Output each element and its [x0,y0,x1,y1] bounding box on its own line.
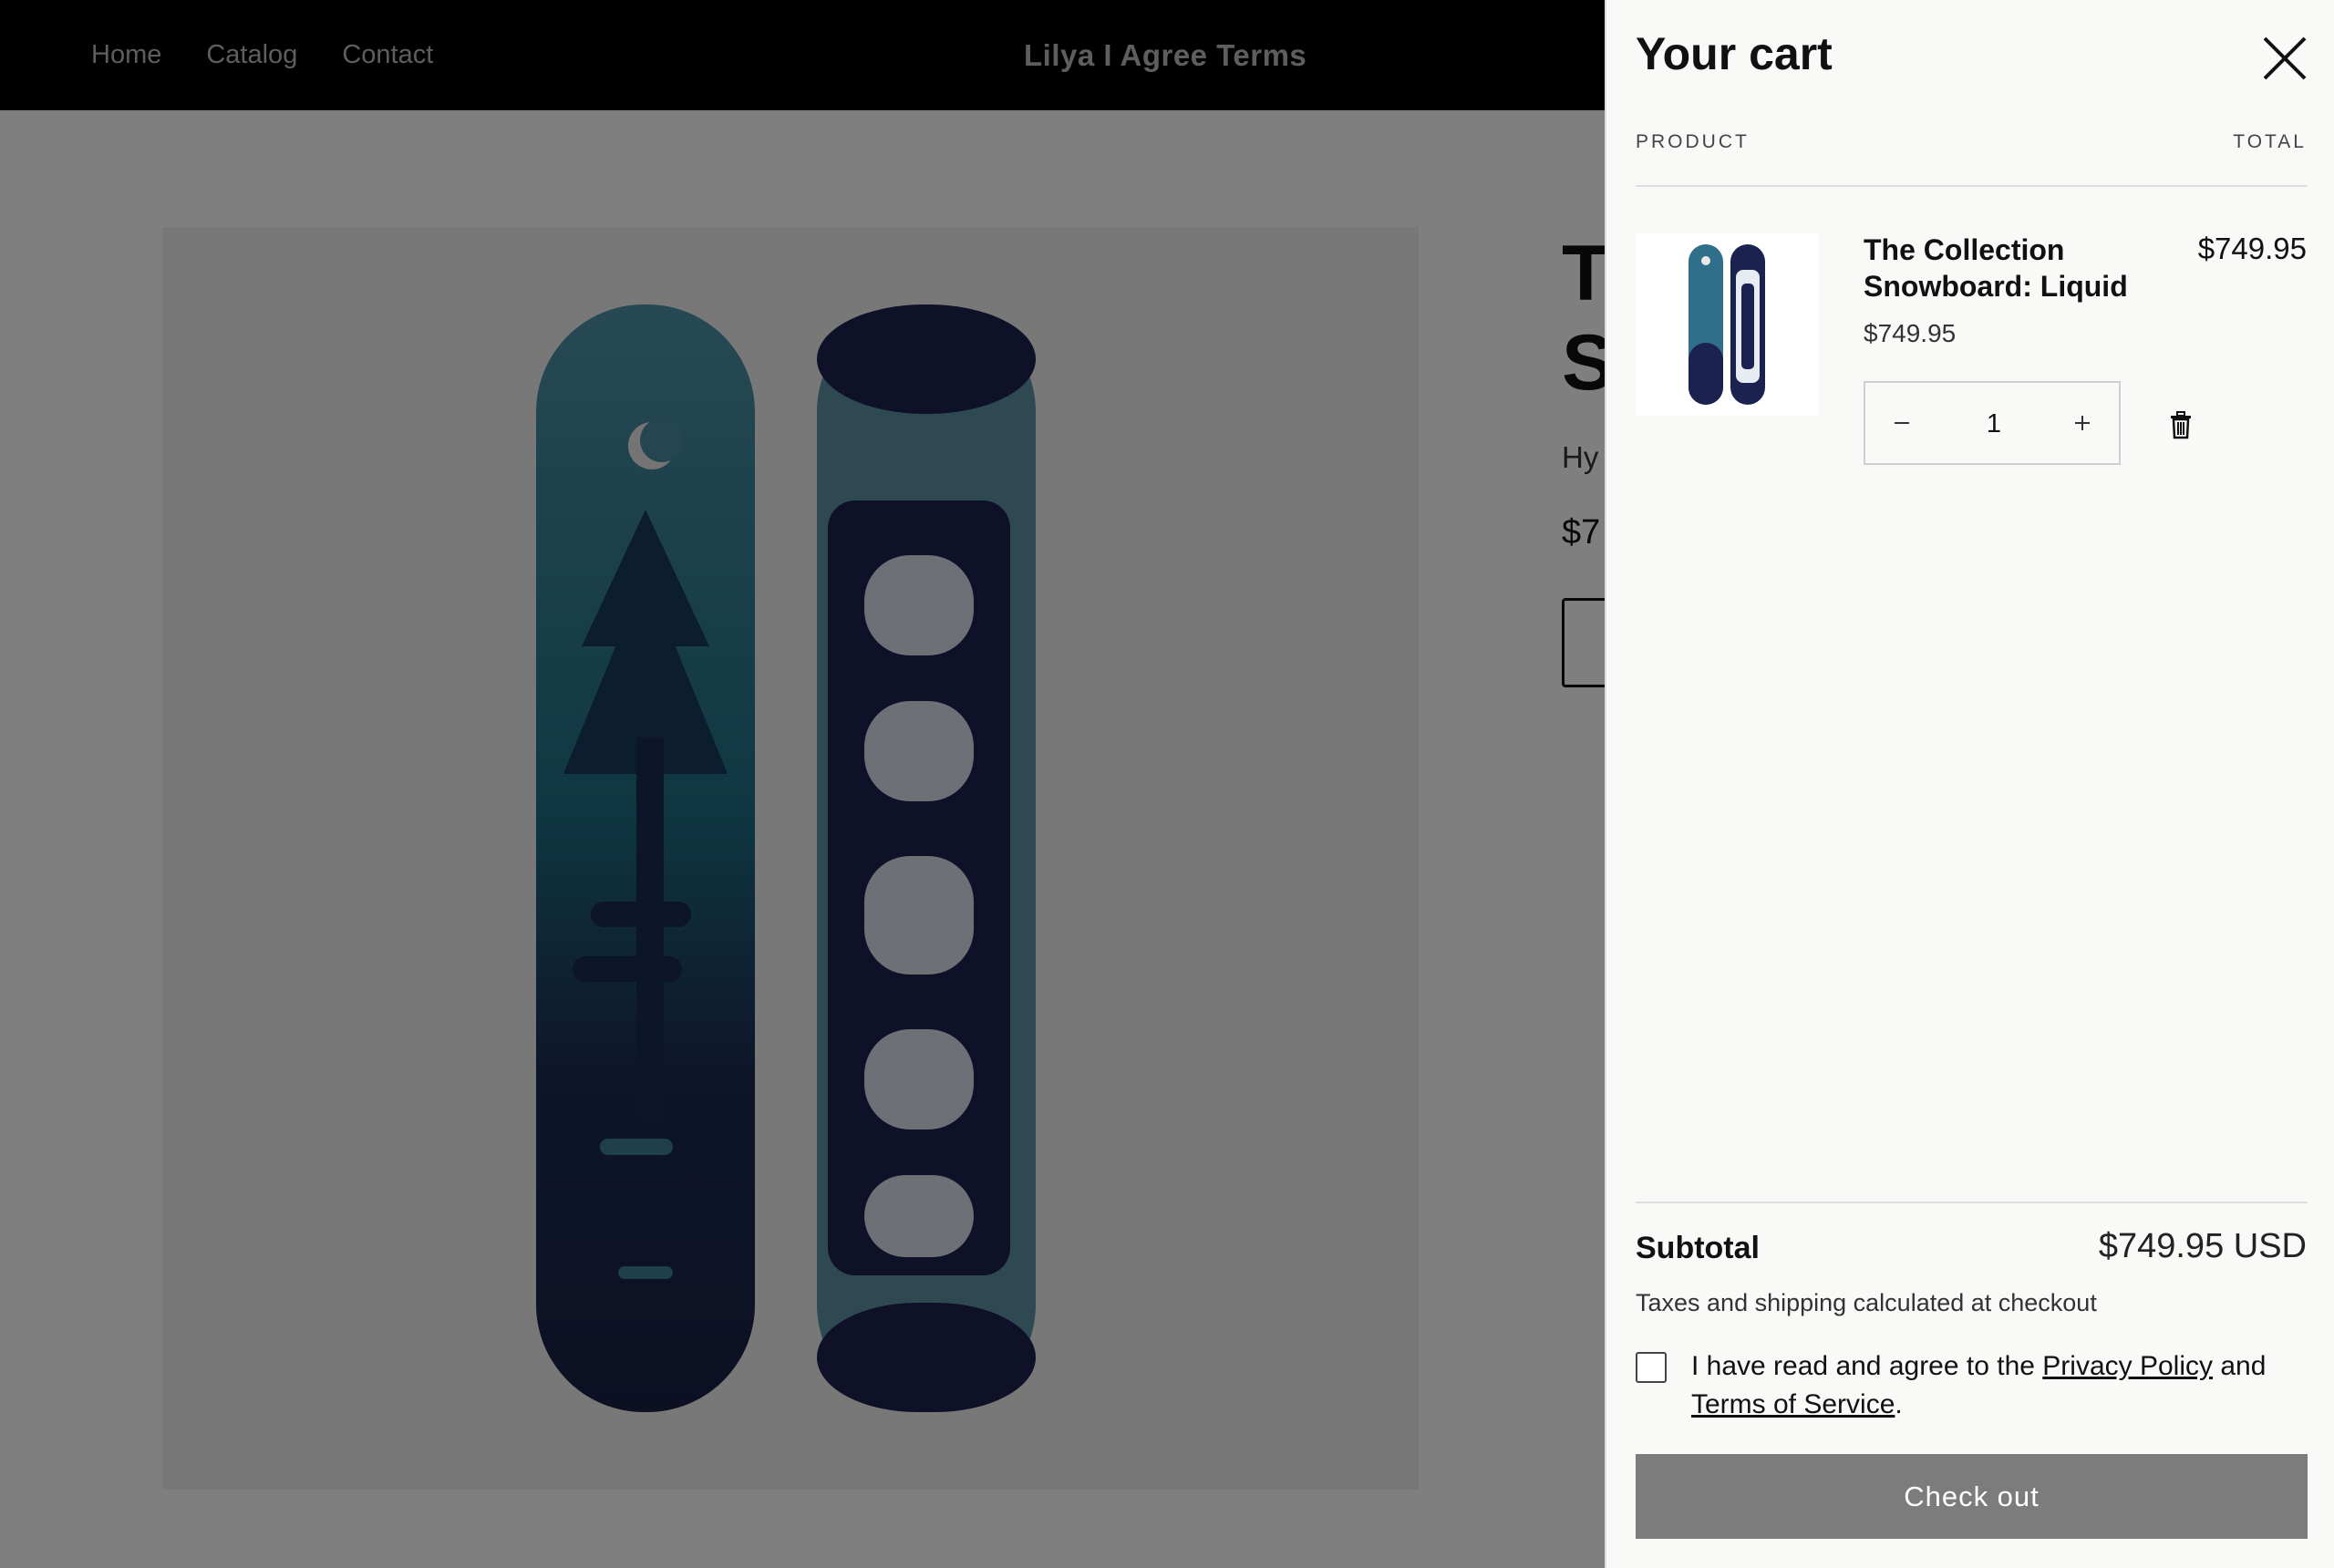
subtotal-label: Subtotal [1636,1231,1760,1265]
close-cart-button[interactable] [2259,33,2310,84]
cart-item-name[interactable]: The Collection Snowboard: Liquid [1864,232,2164,304]
snowboard-thumbnail [1689,244,1765,405]
cart-title: Your cart [1636,28,1833,79]
subtotal-value: $749.95 USD [2098,1227,2307,1265]
cart-item-thumbnail[interactable] [1636,233,1818,416]
agree-prefix-text: I have read and agree to the [1691,1351,2043,1381]
plus-icon [2075,416,2090,430]
terms-checkbox[interactable] [1636,1352,1667,1383]
cart-drawer: Your cart PRODUCT TOTAL The Collection S… [1605,0,2334,1568]
agree-suffix-text: . [1895,1389,1903,1419]
agree-mid-text: and [2213,1351,2267,1381]
column-header-total: TOTAL [2233,131,2307,152]
column-header-product: PRODUCT [1636,131,1750,152]
close-icon [2263,36,2307,80]
quantity-stepper [1864,381,2121,465]
terms-of-service-link[interactable]: Terms of Service [1691,1389,1895,1419]
cart-item-line-total: $749.95 [2197,232,2307,265]
divider [1636,185,2308,187]
quantity-increase-button[interactable] [2046,383,2119,463]
minus-icon [1895,422,1909,424]
remove-item-button[interactable] [2164,408,2197,441]
tax-note: Taxes and shipping calculated at checkou… [1636,1289,2097,1316]
cart-item-unit-price: $749.95 [1864,319,1957,347]
divider [1636,1202,2308,1203]
terms-agreement-label: I have read and agree to the Privacy Pol… [1691,1347,2311,1424]
trash-icon [2171,411,2191,439]
checkout-button[interactable]: Check out [1636,1454,2308,1539]
quantity-decrease-button[interactable] [1865,383,1938,463]
quantity-input[interactable] [1938,383,2050,465]
privacy-policy-link[interactable]: Privacy Policy [2042,1351,2213,1381]
